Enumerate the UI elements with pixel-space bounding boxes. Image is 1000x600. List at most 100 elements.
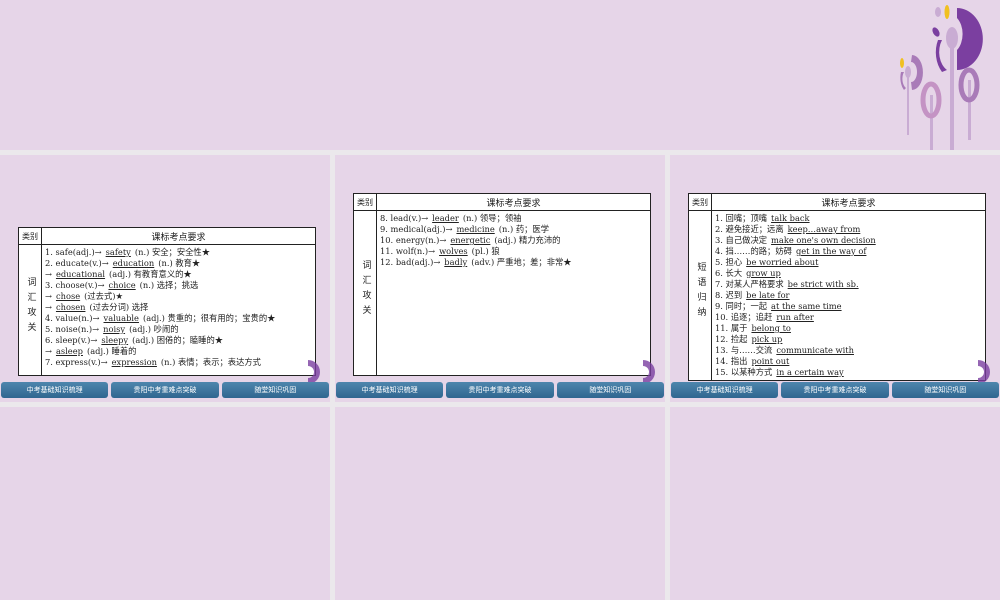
slide-thumbnail[interactable]: 中考基础知识梳理 类别 课标考点要求 词汇攻关 1. safe(adj.)→sa… [0, 155, 330, 402]
line-text: (n.) 药；医学 [498, 224, 550, 234]
answer-blank: noisy [103, 324, 126, 334]
slide-thumbnail[interactable]: 类别 课标考点要求 句型再现（含情景交际 8.（作出推测）“这是谁的书？”“一定… [670, 407, 1000, 600]
answer-blank: be worried about [746, 257, 819, 267]
answer-blank: make one's own decision [771, 235, 876, 245]
content-line: 7. 对某人严格要求 be strict with sb. [715, 279, 982, 290]
answer-blank: grow up [746, 268, 781, 278]
content-line: 4. value(n.)→ valuable (adj.) 贵重的；很有用的；宝贵的… [45, 313, 312, 324]
content-line: 1. safe(adj.)→ safety (n.) 安全；安全性★ [45, 247, 312, 258]
content-line: → chose (过去式)★ [45, 291, 312, 302]
category-cell: 短语归纳 [688, 210, 712, 381]
nav-button[interactable]: 随堂知识巩固 [556, 382, 664, 398]
line-text: 3. 自己做决定 [715, 235, 768, 245]
answer-blank: safety [105, 247, 131, 257]
slide-nav-bar: 中考基础知识梳理 贵阳中考重难点突破 随堂知识巩固 [670, 382, 1000, 398]
answer-blank: leader [432, 213, 459, 223]
line-text: 10. 追逐；追赶 [715, 312, 773, 322]
content-line: 12. 捡起 pick up [715, 334, 982, 345]
answer-blank: education [112, 258, 155, 268]
answer-blank: be strict with sb. [787, 279, 859, 289]
line-text: 2. 避免接近；远离 [715, 224, 784, 234]
answer-blank: wolves [439, 246, 468, 256]
line-text: 9. medical(adj.)→ [380, 224, 453, 234]
content-line: 5. noise(n.)→ noisy (adj.) 吵闹的 [45, 324, 312, 335]
line-text: 10. energy(n.)→ [380, 235, 447, 245]
requirements-header: 课标考点要求 [41, 227, 316, 245]
answer-blank: asleep [55, 346, 83, 356]
content-line: → educational (adj.) 有教育意义的★ [45, 269, 312, 280]
category-header: 类别 [688, 193, 712, 211]
content-line: 11. wolf(n.)→ wolves (pl.) 狼 [380, 246, 647, 257]
line-text: (adj.) 有教育意义的★ [109, 269, 192, 279]
nav-button[interactable]: 随堂知识巩固 [891, 382, 999, 398]
line-text: 1. safe(adj.)→ [45, 247, 102, 257]
content-line: 7. express(v.)→ expression (n.) 表情；表示；表达方式 [45, 357, 312, 368]
requirements-table: 类别 课标考点要求 词汇攻关 8. lead(v.)→ leader (n.) 领导… [353, 193, 651, 376]
slide-thumbnail[interactable]: 类别 课标考点要求 短语归纳 1. 回嘴；顶嘴 talk back 2. 避免接近；… [670, 155, 1000, 402]
line-text: (n.) 安全；安全性★ [134, 247, 211, 257]
requirements-table: 类别 课标考点要求 词汇攻关 1. safe(adj.)→ safety (n.) … [18, 227, 316, 376]
slide-thumbnail[interactable]: 类别 课标考点要求 句型再现（含情景交际 5. 他需要在作业上花费更多的时间，因… [335, 407, 665, 600]
content-line: 3. choose(v.)→ choice (n.) 选择；挑选 [45, 280, 312, 291]
nav-button[interactable]: 贵阳中考重难点突破 [111, 382, 219, 398]
title-band [0, 0, 1000, 150]
content-line: 2. educate(v.)→ education (n.) 教育★ [45, 258, 312, 269]
content-cell: 1. safe(adj.)→ safety (n.) 安全；安全性★ 2. educa… [41, 244, 316, 376]
answer-blank: get in the way of [795, 246, 867, 256]
answer-blank: energetic [450, 235, 491, 245]
nav-button[interactable]: 随堂知识巩固 [221, 382, 329, 398]
line-text: → [45, 269, 52, 279]
slide-thumbnail[interactable]: 类别 课标考点要求 词汇攻关 8. lead(v.)→ leader (n.) 领导… [335, 155, 665, 402]
line-text: 11. wolf(n.)→ [380, 246, 436, 256]
line-text: (adv.) 严重地；差；非常★ [471, 257, 572, 267]
answer-blank: chosen [55, 302, 86, 312]
line-text: 12. 捡起 [715, 334, 748, 344]
line-text: 5. noise(n.)→ [45, 324, 100, 334]
category-cell: 词汇攻关 [353, 210, 377, 376]
answer-blank: in a certain way [776, 367, 844, 377]
content-line: 9. 同时；一起 at the same time [715, 301, 982, 312]
requirements-header: 课标考点要求 [376, 193, 651, 211]
line-text: 4. value(n.)→ [45, 313, 100, 323]
content-line: 2. 避免接近；远离 keep…away from [715, 224, 982, 235]
content-line: → chosen (过去分词) 选择 [45, 302, 312, 313]
content-line: → asleep (adj.) 睡着的 [45, 346, 312, 357]
line-text: 8. 迟到 [715, 290, 743, 300]
content-cell: 8. lead(v.)→ leader (n.) 领导；领袖 9. medical(a… [376, 210, 651, 376]
line-text: 3. choose(v.)→ [45, 280, 105, 290]
line-text: 8. lead(v.)→ [380, 213, 429, 223]
nav-button[interactable]: 中考基础知识梳理 [336, 382, 444, 398]
content-line: 15. 以某种方式 in a certain way [715, 367, 982, 378]
category-header: 类别 [18, 227, 42, 245]
content-line: 13. 与……交流 communicate with [715, 345, 982, 356]
line-text: → [45, 291, 52, 301]
answer-blank: educational [55, 269, 106, 279]
content-line: 8. lead(v.)→ leader (n.) 领导；领袖 [380, 213, 647, 224]
content-line: 12. bad(adj.)→ badly (adv.) 严重地；差；非常★ [380, 257, 647, 268]
content-line: 4. 挡……的路；妨碍 get in the way of [715, 246, 982, 257]
line-text: 6. 长大 [715, 268, 743, 278]
line-text: (adj.) 吵闹的 [129, 324, 179, 334]
requirements-table: 类别 课标考点要求 短语归纳 1. 回嘴；顶嘴 talk back 2. 避免接近；… [688, 193, 986, 381]
line-text: → [45, 346, 52, 356]
nav-button[interactable]: 中考基础知识梳理 [1, 382, 109, 398]
line-text: (adj.) 困倦的；瞌睡的★ [132, 335, 224, 345]
content-line: 3. 自己做决定 make one's own decision [715, 235, 982, 246]
content-line: 1. 回嘴；顶嘴 talk back [715, 213, 982, 224]
line-text: → [45, 302, 52, 312]
nav-button[interactable]: 贵阳中考重难点突破 [446, 382, 554, 398]
nav-button[interactable]: 中考基础知识梳理 [671, 382, 779, 398]
slide-nav-bar: 中考基础知识梳理 贵阳中考重难点突破 随堂知识巩固 [0, 382, 330, 398]
content-line: 10. 追逐；追赶 run after [715, 312, 982, 323]
line-text: (n.) 表情；表示；表达方式 [160, 357, 261, 367]
line-text: 15. 以某种方式 [715, 367, 773, 377]
line-text: 4. 挡……的路；妨碍 [715, 246, 792, 256]
nav-button[interactable]: 贵阳中考重难点突破 [781, 382, 889, 398]
line-text: 1. 回嘴；顶嘴 [715, 213, 768, 223]
line-text: 2. educate(v.)→ [45, 258, 109, 268]
slide-thumbnail[interactable]: 类别 课标考点要求 句型再现（含情景交际 1.（表达同意和不同意）“我认为十六岁… [0, 407, 330, 600]
answer-blank: medicine [456, 224, 495, 234]
content-line: 11. 属于 belong to [715, 323, 982, 334]
content-line: 9. medical(adj.)→ medicine (n.) 药；医学 [380, 224, 647, 235]
line-text: (adj.) 睡着的 [86, 346, 137, 356]
